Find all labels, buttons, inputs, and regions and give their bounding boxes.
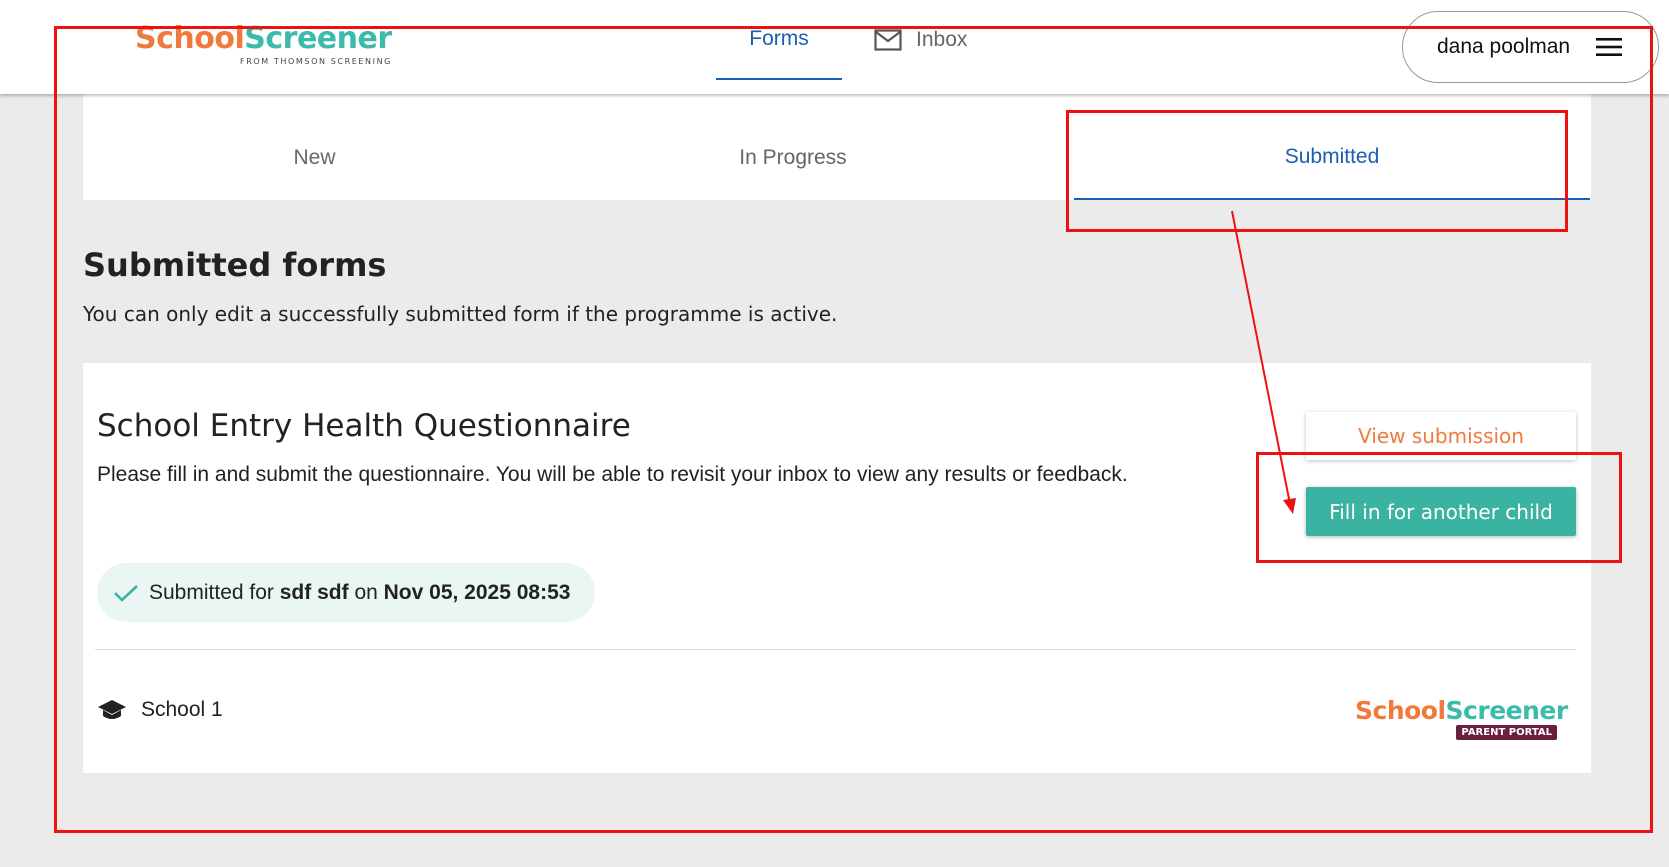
status-prefix: Submitted for (149, 580, 274, 604)
portal-logo-text-school: School (1355, 696, 1446, 725)
fill-another-child-button[interactable]: Fill in for another child (1306, 487, 1576, 536)
tab-new[interactable]: New (83, 94, 546, 200)
page-title: Submitted forms (83, 246, 387, 284)
view-submission-button[interactable]: View submission (1306, 412, 1576, 460)
user-name: dana poolman (1437, 35, 1571, 58)
form-status-tabs: New In Progress Submitted (83, 94, 1591, 200)
nav-inbox-tab[interactable]: Inbox (874, 0, 967, 94)
logo-text-school: School (135, 21, 245, 56)
status-on: on (354, 580, 378, 604)
parent-portal-logo: SchoolScreener PARENT PORTAL (1355, 696, 1569, 740)
portal-logo-text-screener: Screener (1445, 696, 1569, 725)
user-menu-button[interactable]: dana poolman (1402, 11, 1659, 83)
form-card-description: Please fill in and submit the questionna… (97, 463, 1128, 486)
hamburger-menu-icon (1596, 38, 1623, 56)
nav-inbox-label: Inbox (916, 28, 968, 51)
graduation-cap-icon (98, 700, 126, 719)
form-card-title: School Entry Health Questionnaire (97, 408, 631, 444)
tab-in-progress-label: In Progress (739, 146, 847, 169)
parent-portal-badge: PARENT PORTAL (1456, 725, 1557, 740)
app-header: SchoolScreener FROM THOMSON SCREENING Fo… (0, 0, 1669, 94)
status-child-name: sdf sdf (279, 580, 349, 604)
page-description: You can only edit a successfully submitt… (83, 302, 838, 326)
status-datetime: Nov 05, 2025 08:53 (383, 580, 571, 604)
mail-icon (874, 29, 902, 51)
card-divider (95, 649, 1576, 650)
school-name: School 1 (141, 698, 223, 721)
nav-forms-label: Forms (749, 27, 809, 50)
check-icon (114, 584, 138, 602)
tab-new-label: New (293, 146, 336, 169)
school-info: School 1 (97, 698, 223, 722)
submission-status-badge: Submitted for sdf sdf on Nov 05, 2025 08… (97, 563, 595, 622)
nav-forms-tab[interactable]: Forms (716, 0, 842, 80)
tab-submitted[interactable]: Submitted (1074, 94, 1590, 200)
tab-submitted-label: Submitted (1284, 145, 1380, 168)
tab-in-progress[interactable]: In Progress (546, 94, 1040, 200)
logo-text-screener: Screener (244, 21, 392, 56)
form-card: School Entry Health Questionnaire Please… (83, 363, 1591, 773)
logo-subtitle: FROM THOMSON SCREENING (240, 57, 392, 66)
school-screener-logo[interactable]: SchoolScreener FROM THOMSON SCREENING (135, 21, 392, 67)
